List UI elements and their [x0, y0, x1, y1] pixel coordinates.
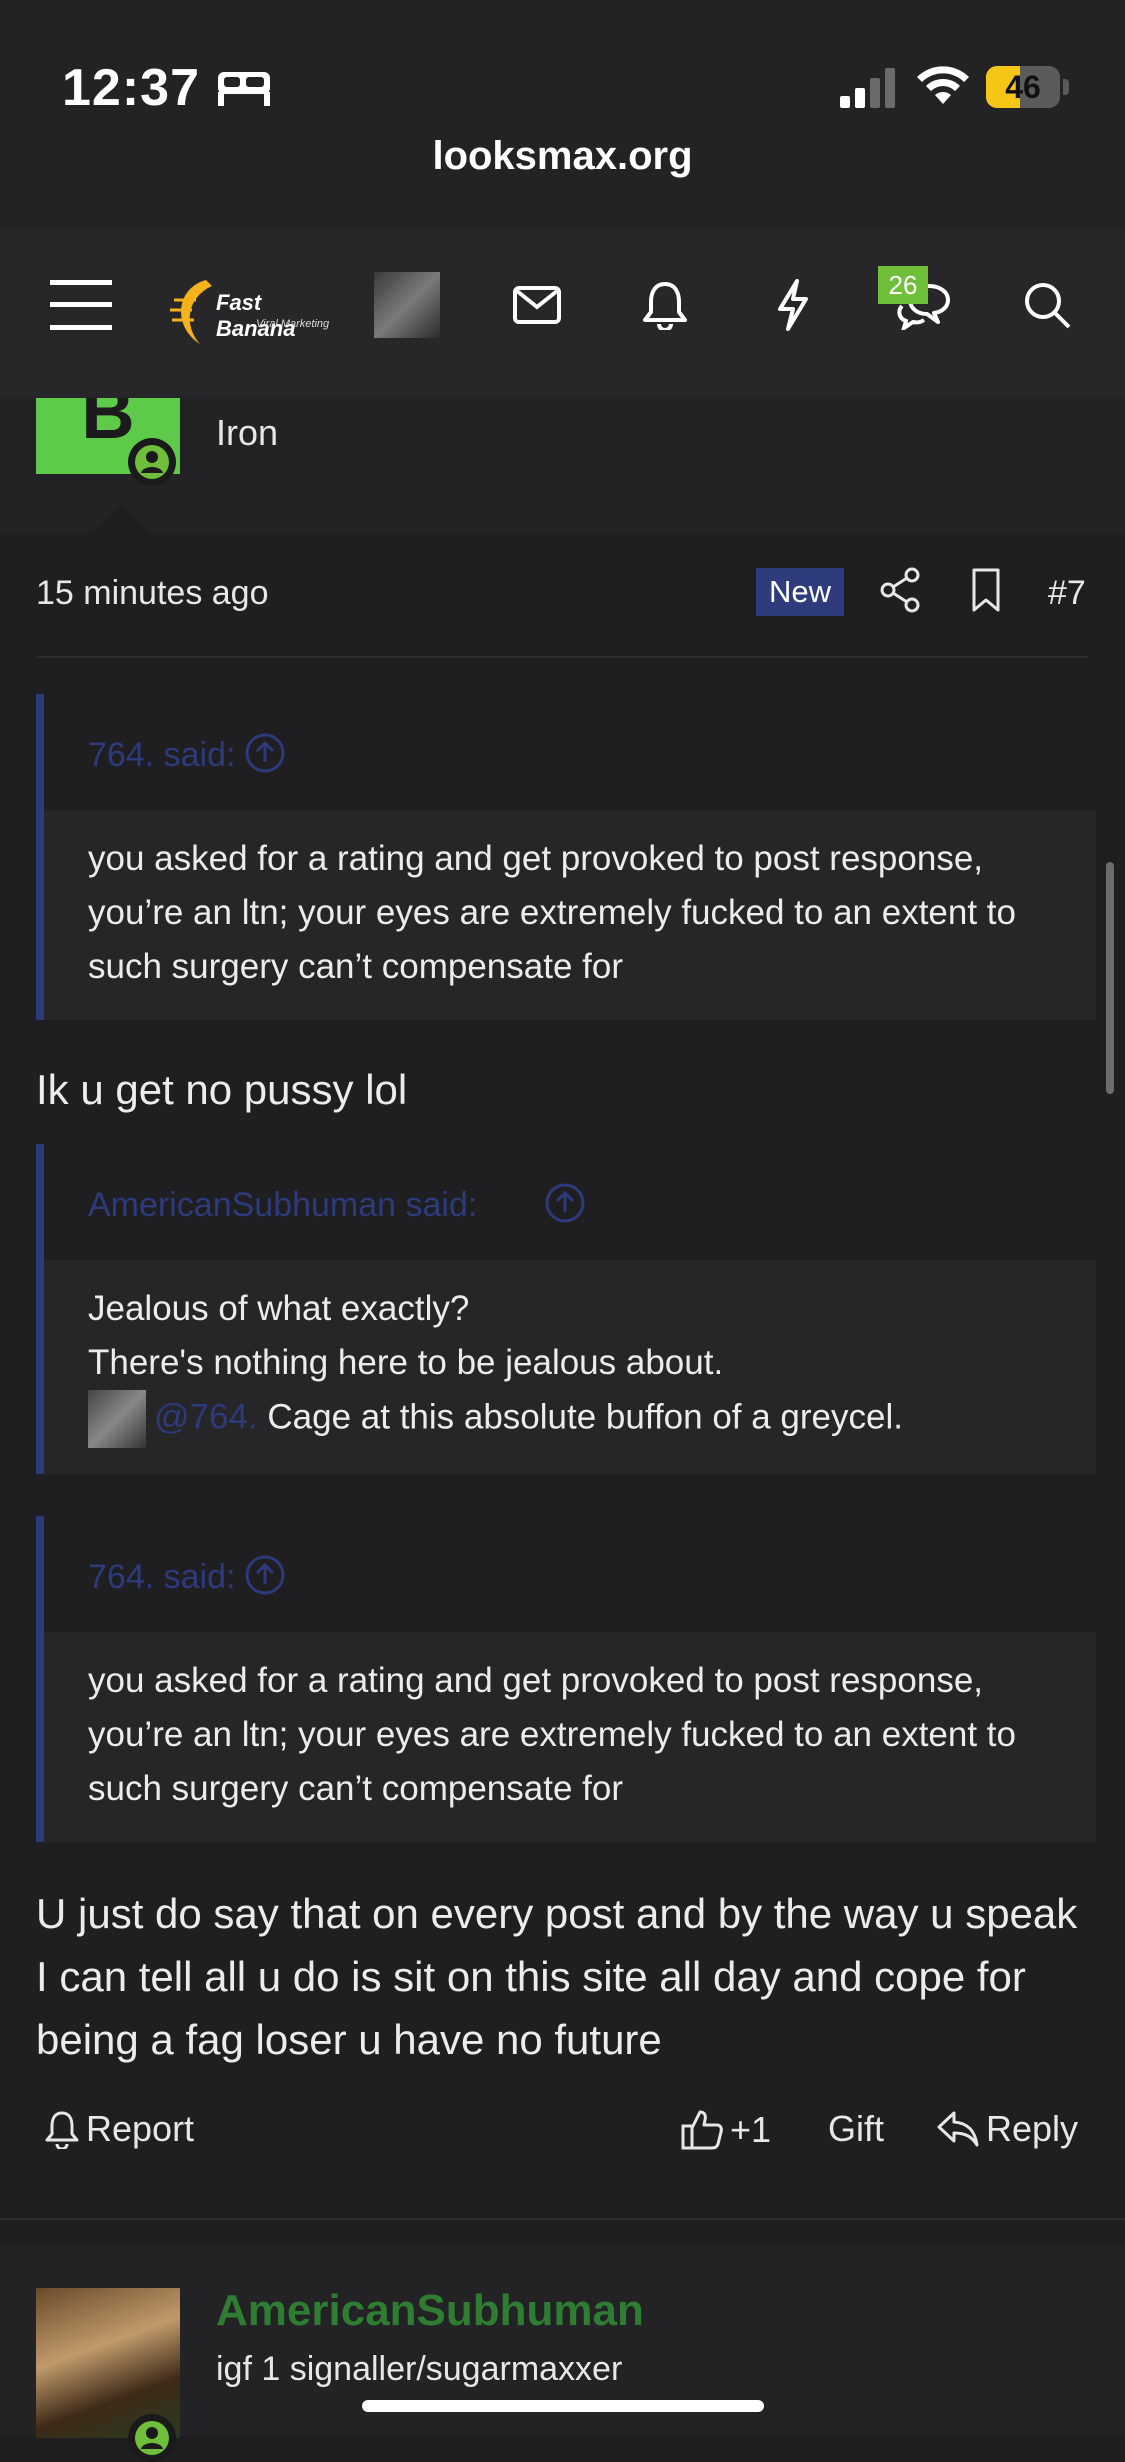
quote-text: you asked for a rating and get provoked … — [88, 1661, 1016, 1808]
reply-button[interactable]: Reply — [936, 2108, 1078, 2150]
next-poster-username[interactable]: AmericanSubhuman — [216, 2286, 644, 2336]
quote-header[interactable]: 764. said: — [44, 694, 1096, 810]
jump-to-quote-icon[interactable] — [544, 1182, 586, 1224]
mail-icon[interactable] — [502, 270, 572, 340]
reply-label: Reply — [986, 2108, 1079, 2149]
post-separator — [0, 2218, 1125, 2220]
jump-to-quote-icon[interactable] — [244, 1554, 286, 1596]
conversations-badge: 26 — [878, 266, 928, 304]
new-badge: New — [756, 568, 844, 616]
online-status-icon — [128, 2414, 176, 2462]
logo-tagline: Viral Marketing — [256, 318, 330, 330]
status-time: 12:37 — [62, 59, 200, 117]
quote-line-text: Cage at this absolute buffon of a greyce… — [257, 1397, 903, 1437]
quote-text: you asked for a rating and get provoked … — [88, 839, 1016, 986]
reply-arrow-icon — [937, 2111, 979, 2147]
user-avatar[interactable] — [374, 272, 440, 338]
post-number-link[interactable]: #7 — [1048, 574, 1086, 613]
like-button[interactable]: +1 — [680, 2108, 771, 2152]
post-timestamp[interactable]: 15 minutes ago — [36, 574, 269, 613]
next-poster-user-title: igf 1 signaller/sugarmaxxer — [216, 2350, 623, 2388]
url-text[interactable]: looksmax.org — [0, 134, 1125, 179]
online-status-icon — [128, 438, 176, 486]
thread-content: B Iron 15 minutes ago New #7 764. said: … — [0, 398, 1125, 2436]
post-reply-text: Ik u get no pussy lol — [36, 1066, 408, 1113]
report-label: Report — [86, 2108, 195, 2149]
post-user-block: B Iron — [0, 398, 1125, 534]
poster-user-title: Iron — [216, 412, 279, 453]
quote-author[interactable]: 764. said: — [88, 1558, 235, 1597]
mention-avatar[interactable] — [88, 1390, 146, 1448]
lightning-icon[interactable] — [758, 270, 828, 340]
quote-text: Jealous of what exactly? There's nothing… — [44, 1260, 1096, 1474]
browser-url-bar[interactable]: looksmax.org — [0, 120, 1125, 230]
logo-brand: Fast Banana — [216, 290, 296, 341]
quote-line: @764. Cage at this absolute buffon of a … — [88, 1390, 1052, 1448]
user-mention-link[interactable]: @764. — [154, 1397, 258, 1436]
post-actions: Report +1 Gift Reply — [36, 2108, 1088, 2178]
quote-line: There's nothing here to be jealous about… — [88, 1343, 724, 1382]
jump-to-quote-icon[interactable] — [244, 732, 286, 774]
avatar-letter: B — [81, 398, 135, 454]
quote-header[interactable]: AmericanSubhuman said: — [44, 1144, 1096, 1260]
sleep-focus-icon — [218, 72, 270, 106]
post-pointer — [92, 504, 152, 534]
wifi-icon — [917, 66, 969, 104]
divider — [36, 656, 1088, 658]
quote-block: AmericanSubhuman said: Jealous of what e… — [36, 1144, 1096, 1474]
search-icon[interactable] — [1012, 270, 1082, 340]
gift-button[interactable]: Gift — [828, 2108, 884, 2150]
site-navbar: Fast Banana Viral Marketing 26 — [0, 230, 1125, 398]
hamburger-menu-icon[interactable] — [46, 270, 116, 340]
like-count: +1 — [730, 2109, 772, 2150]
quote-author[interactable]: 764. said: — [88, 736, 235, 775]
page-scrollbar[interactable] — [1106, 862, 1114, 1094]
quote-block: 764. said: you asked for a rating and ge… — [36, 694, 1096, 1020]
post-reply-text: U just do say that on every post and by … — [36, 1890, 1078, 2063]
share-icon[interactable] — [878, 566, 922, 614]
quote-line: Jealous of what exactly? — [88, 1289, 470, 1328]
cellular-signal-icon — [840, 68, 895, 108]
quote-author[interactable]: AmericanSubhuman said: — [88, 1186, 477, 1225]
bell-icon — [45, 2111, 79, 2149]
quote-header[interactable]: 764. said: — [44, 1516, 1096, 1632]
quote-block: 764. said: you asked for a rating and ge… — [36, 1516, 1096, 1842]
thumbs-up-icon — [681, 2110, 723, 2150]
bookmark-icon[interactable] — [966, 566, 1006, 614]
gift-label: Gift — [828, 2108, 885, 2149]
post-meta: 15 minutes ago New #7 — [36, 567, 1088, 644]
report-button[interactable]: Report — [44, 2108, 194, 2150]
bell-icon[interactable] — [630, 270, 700, 340]
site-logo[interactable]: Fast Banana Viral Marketing — [166, 274, 346, 350]
battery-indicator: 46 — [986, 66, 1070, 108]
home-indicator[interactable] — [362, 2400, 764, 2412]
battery-percent: 46 — [1005, 69, 1041, 105]
status-bar: 12:37 46 — [0, 0, 1125, 120]
